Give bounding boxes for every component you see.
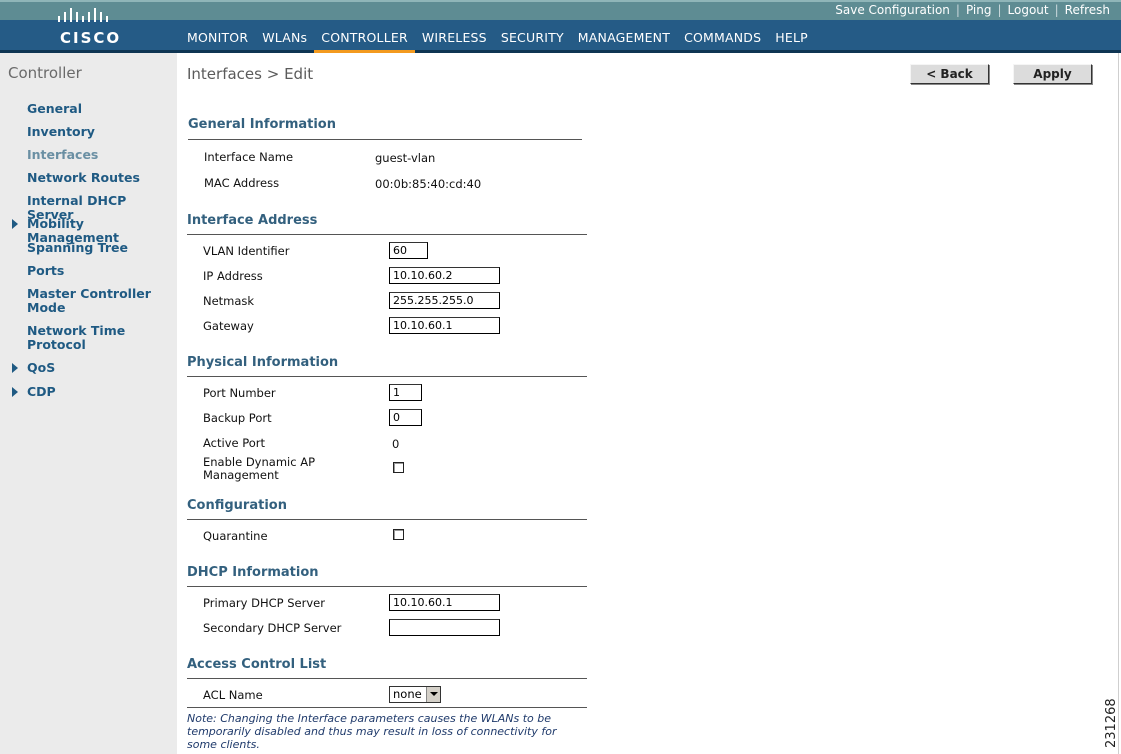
gateway-label: Gateway [203, 319, 254, 333]
gateway-input[interactable]: 10.10.60.1 [389, 317, 500, 334]
chevron-down-icon[interactable] [426, 687, 440, 702]
netmask-label: Netmask [203, 294, 255, 308]
nav-security[interactable]: SECURITY [494, 20, 571, 53]
section-divider [187, 519, 587, 520]
page-title: Interfaces > Edit [187, 65, 314, 83]
section-divider [187, 678, 587, 679]
section-divider [187, 376, 587, 377]
quarantine-label: Quarantine [203, 529, 268, 543]
ping-link[interactable]: Ping [966, 3, 992, 17]
sidebar-item-inventory[interactable]: Inventory [27, 125, 95, 139]
active-port-value: 0 [392, 437, 400, 451]
separator: | [955, 3, 960, 17]
figure-number: 231268 [1104, 698, 1119, 748]
section-title-configuration: Configuration [187, 498, 287, 513]
sidebar-title: Controller [8, 64, 82, 82]
vlan-identifier-label: VLAN Identifier [203, 244, 290, 258]
main-nav: MONITOR WLANs CONTROLLER WIRELESS SECURI… [180, 20, 815, 53]
cisco-logo: CISCO [50, 4, 130, 47]
separator: | [997, 3, 1002, 17]
apply-button[interactable]: Apply [1013, 64, 1092, 84]
sidebar: Controller General Inventory Interfaces … [0, 53, 177, 754]
logo-wordmark: CISCO [60, 29, 122, 47]
nav-controller[interactable]: CONTROLLER [314, 20, 415, 53]
interface-name-value: guest-vlan [375, 151, 436, 165]
primary-dhcp-server-input[interactable]: 10.10.60.1 [389, 594, 500, 611]
primary-dhcp-server-label: Primary DHCP Server [203, 596, 325, 610]
expand-arrow-icon[interactable] [12, 219, 18, 229]
nav-wlans[interactable]: WLANs [255, 20, 314, 53]
section-title-interface-address: Interface Address [187, 213, 318, 228]
sidebar-item-network-routes[interactable]: Network Routes [27, 171, 140, 185]
acl-selected-value: none [393, 687, 422, 701]
backup-port-label: Backup Port [203, 411, 272, 425]
section-divider [187, 707, 587, 708]
backup-port-input[interactable]: 0 [389, 409, 422, 426]
section-divider [187, 586, 587, 587]
sidebar-item-general[interactable]: General [27, 102, 82, 116]
section-title-general: General Information [188, 117, 336, 132]
dynamic-ap-management-checkbox[interactable] [393, 462, 404, 473]
cisco-bridge-icon [58, 8, 108, 22]
dynamic-ap-label-line2: Management [203, 468, 279, 482]
active-port-label: Active Port [203, 436, 266, 450]
logout-link[interactable]: Logout [1008, 3, 1049, 17]
content-border [1118, 53, 1119, 754]
mac-address-value: 00:0b:85:40:cd:40 [375, 177, 482, 191]
nav-commands[interactable]: COMMANDS [677, 20, 768, 53]
secondary-dhcp-server-input[interactable] [389, 619, 500, 636]
section-divider [188, 139, 582, 140]
sidebar-item-qos[interactable]: QoS [27, 361, 55, 375]
nav-management[interactable]: MANAGEMENT [571, 20, 677, 53]
sidebar-item-spanning-tree[interactable]: Spanning Tree [27, 241, 128, 255]
sidebar-item-network-time-protocol[interactable]: Network Time Protocol [27, 324, 137, 352]
nav-monitor[interactable]: MONITOR [180, 20, 255, 53]
back-button[interactable]: < Back [910, 64, 989, 84]
secondary-dhcp-server-label: Secondary DHCP Server [203, 621, 342, 635]
interface-name-label: Interface Name [204, 150, 294, 164]
acl-name-label: ACL Name [203, 688, 263, 702]
refresh-link[interactable]: Refresh [1065, 3, 1110, 17]
save-configuration-link[interactable]: Save Configuration [835, 3, 950, 17]
section-divider [187, 234, 587, 235]
mac-address-label: MAC Address [204, 176, 280, 190]
nav-wireless[interactable]: WIRELESS [415, 20, 494, 53]
expand-arrow-icon[interactable] [12, 387, 18, 397]
utility-links: Save Configuration | Ping | Logout | Ref… [835, 3, 1110, 17]
ip-address-input[interactable]: 10.10.60.2 [389, 267, 500, 284]
ip-address-label: IP Address [203, 269, 263, 283]
separator: | [1054, 3, 1059, 17]
note-text: Note: Changing the Interface parameters … [187, 712, 557, 751]
nav-help[interactable]: HELP [768, 20, 815, 53]
sidebar-item-interfaces[interactable]: Interfaces [27, 148, 98, 162]
section-title-access-control-list: Access Control List [187, 657, 327, 672]
acl-name-select[interactable]: none [389, 686, 441, 703]
port-number-input[interactable]: 1 [389, 384, 422, 401]
sidebar-item-cdp[interactable]: CDP [27, 385, 56, 399]
quarantine-checkbox[interactable] [393, 529, 404, 540]
sidebar-item-ports[interactable]: Ports [27, 264, 64, 278]
expand-arrow-icon[interactable] [12, 363, 18, 373]
section-title-physical-information: Physical Information [187, 355, 339, 370]
section-title-dhcp-information: DHCP Information [187, 565, 319, 580]
vlan-identifier-input[interactable]: 60 [389, 242, 428, 259]
port-number-label: Port Number [203, 386, 276, 400]
dynamic-ap-management-label: Enable Dynamic AP Management [203, 456, 315, 482]
sidebar-item-master-controller-mode[interactable]: Master Controller Mode [27, 287, 157, 315]
netmask-input[interactable]: 255.255.255.0 [389, 292, 500, 309]
